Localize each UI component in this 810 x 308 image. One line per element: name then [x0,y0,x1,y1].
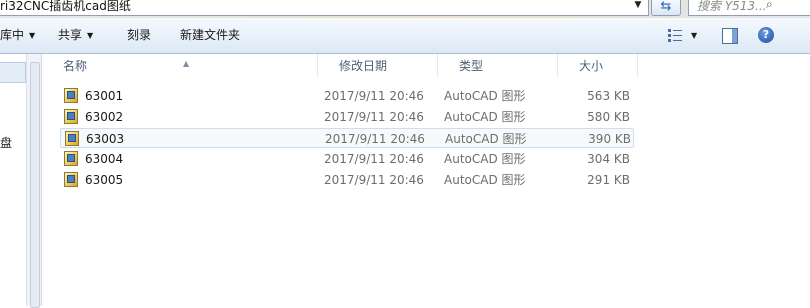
new-folder-button[interactable]: 新建文件夹 [180,18,240,53]
column-header-name[interactable]: 名称 ▲ [42,54,318,77]
burn-button[interactable]: 刻录 [127,18,151,53]
organize-label: 库中 [0,28,25,42]
command-bar: 库中 ▼ 共享 ▼ 刻录 新建文件夹 ▼ ? [0,18,810,54]
organize-menu[interactable]: 库中 ▼ [0,18,35,53]
autocad-file-icon [64,109,78,124]
address-bar-region: ri32CNC插齿机cad图纸 ▼ ⇆ 搜索 Y513... ⌕ [0,0,810,18]
file-row-selected[interactable]: 63003 2017/9/11 20:46 AutoCAD 图形 390 KB [60,128,634,148]
file-date: 2017/9/11 20:46 [325,132,425,146]
column-header-date-label: 修改日期 [339,59,388,73]
file-name: 63005 [85,173,124,187]
scrollbar-thumb[interactable] [30,62,40,308]
file-size: 304 KB [587,152,630,166]
column-header-type-label: 类型 [459,59,484,73]
navigation-pane: 盘 [0,54,27,306]
preview-pane-icon[interactable] [722,28,738,44]
file-type: AutoCAD 图形 [444,110,526,124]
file-date: 2017/9/11 20:46 [324,89,424,103]
file-name: 63001 [85,89,124,103]
search-placeholder: 搜索 Y513... [697,0,767,13]
file-type: AutoCAD 图形 [444,89,526,103]
address-bar[interactable]: ri32CNC插齿机cad图纸 ▼ [0,0,649,16]
file-row[interactable]: 63001 2017/9/11 20:46 AutoCAD 图形 563 KB [60,86,634,106]
file-date: 2017/9/11 20:46 [324,173,424,187]
sort-ascending-icon: ▲ [183,59,190,68]
help-icon[interactable]: ? [758,27,774,43]
chevron-down-icon: ▼ [29,31,36,40]
column-header-date[interactable]: 修改日期 [318,54,438,77]
file-type: AutoCAD 图形 [444,152,526,166]
file-row[interactable]: 63002 2017/9/11 20:46 AutoCAD 图形 580 KB [60,107,634,127]
file-size: 580 KB [587,110,630,124]
column-header-size-label: 大小 [579,59,604,73]
column-header-name-label: 名称 [63,59,88,73]
nav-selected-item[interactable] [0,62,26,83]
file-row[interactable]: 63005 2017/9/11 20:46 AutoCAD 图形 291 KB [60,170,634,190]
view-dropdown-icon[interactable]: ▼ [691,18,697,53]
file-type: AutoCAD 图形 [445,132,527,146]
file-name: 63004 [85,152,124,166]
file-date: 2017/9/11 20:46 [324,152,424,166]
file-date: 2017/9/11 20:46 [324,110,424,124]
search-icon[interactable]: ⌕ [766,0,773,12]
share-menu[interactable]: 共享 ▼ [58,18,93,53]
file-size: 563 KB [587,89,630,103]
autocad-file-icon [65,131,79,146]
column-header-type[interactable]: 类型 [438,54,558,77]
nav-scrollbar[interactable] [27,54,42,308]
share-label: 共享 [58,28,83,42]
nav-item-label[interactable]: 盘 [0,134,12,151]
file-row[interactable]: 63004 2017/9/11 20:46 AutoCAD 图形 304 KB [60,149,634,169]
file-type: AutoCAD 图形 [444,173,526,187]
search-input[interactable]: 搜索 Y513... ⌕ [688,0,810,16]
chevron-down-icon: ▼ [87,31,94,40]
view-details-icon[interactable] [668,29,682,42]
column-header-size[interactable]: 大小 [558,54,638,77]
autocad-file-icon [64,151,78,166]
refresh-icon[interactable]: ⇆ [651,0,681,16]
file-size: 291 KB [587,173,630,187]
file-name: 63002 [85,110,124,124]
file-name: 63003 [86,132,125,146]
address-dropdown-icon[interactable]: ▼ [631,0,645,13]
autocad-file-icon [64,172,78,187]
file-list: 名称 ▲ 修改日期 类型 大小 63001 2017/9/11 20:46 Au… [42,54,810,306]
file-size: 390 KB [588,132,631,146]
autocad-file-icon [64,88,78,103]
address-path[interactable]: ri32CNC插齿机cad图纸 [0,0,131,14]
